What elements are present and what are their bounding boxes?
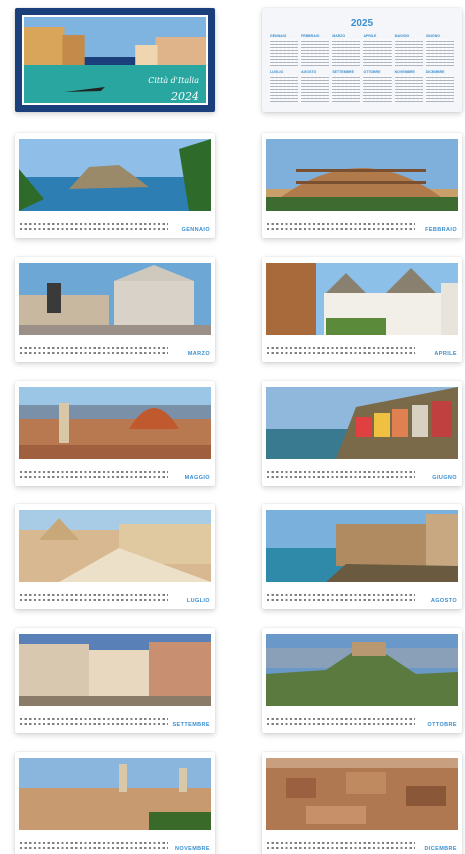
- month-name: AGOSTO: [430, 597, 457, 604]
- calendar-strip: SETTEMBRE: [20, 710, 210, 728]
- day-grid: [267, 593, 415, 604]
- month-photo: [266, 387, 458, 459]
- mini-month: Marzo: [332, 34, 361, 66]
- month-card-novembre[interactable]: NOVEMBRE: [15, 752, 215, 854]
- mini-month-grid: Gennaio Febbraio Marzo Aprile Maggio Giu…: [270, 34, 454, 102]
- calendar-strip: OTTOBRE: [267, 710, 457, 728]
- month-name: LUGLIO: [186, 597, 210, 604]
- calendar-strip: FEBBRAIO: [267, 215, 457, 233]
- month-name: GIUGNO: [432, 474, 457, 481]
- mini-month: Luglio: [270, 70, 299, 102]
- month-name: GENNAIO: [181, 226, 210, 233]
- calendar-strip: AGOSTO: [267, 586, 457, 604]
- month-name: APRILE: [434, 350, 457, 357]
- calendar-strip: DICEMBRE: [267, 834, 457, 852]
- month-photo: [266, 510, 458, 582]
- mini-month: Agosto: [301, 70, 330, 102]
- cover-title: Città d'Italia: [148, 76, 199, 85]
- mini-month: Dicembre: [425, 70, 454, 102]
- month-name: SETTEMBRE: [172, 721, 210, 728]
- month-photo: [19, 263, 211, 335]
- month-card-giugno[interactable]: GIUGNO: [262, 381, 462, 486]
- mini-month: Novembre: [394, 70, 423, 102]
- calendar-strip: MARZO: [20, 339, 210, 357]
- year-overview-title: 2025: [350, 18, 374, 29]
- month-card-marzo[interactable]: MARZO: [15, 257, 215, 362]
- calendar-strip: APRILE: [267, 339, 457, 357]
- month-card-maggio[interactable]: MAGGIO: [15, 381, 215, 486]
- mini-month: Ottobre: [363, 70, 392, 102]
- calendar-strip: GIUGNO: [267, 463, 457, 481]
- cover-card[interactable]: Città d'Italia 2024: [15, 8, 215, 112]
- month-photo: [19, 758, 211, 830]
- mini-month: Aprile: [363, 34, 392, 66]
- year-overview-card[interactable]: 2025 Gennaio Febbraio Marzo Aprile Maggi…: [262, 8, 462, 112]
- day-grid: [20, 346, 168, 357]
- cover-year: 2024: [171, 90, 199, 103]
- calendar-strip: LUGLIO: [20, 586, 210, 604]
- calendar-strip: NOVEMBRE: [20, 834, 210, 852]
- month-photo: [19, 510, 211, 582]
- day-grid: [20, 222, 168, 233]
- day-grid: [267, 717, 415, 728]
- day-grid: [20, 593, 168, 604]
- month-card-gennaio[interactable]: GENNAIO: [15, 133, 215, 238]
- calendar-strip: MAGGIO: [20, 463, 210, 481]
- month-name: DICEMBRE: [424, 845, 457, 852]
- day-grid: [20, 841, 168, 852]
- month-card-dicembre[interactable]: DICEMBRE: [262, 752, 462, 854]
- month-name: FEBBRAIO: [425, 226, 457, 233]
- month-photo: [19, 634, 211, 706]
- mini-month: Settembre: [332, 70, 361, 102]
- month-name: NOVEMBRE: [175, 845, 210, 852]
- day-grid: [267, 841, 415, 852]
- month-name: OTTOBRE: [427, 721, 457, 728]
- month-card-settembre[interactable]: SETTEMBRE: [15, 628, 215, 733]
- month-card-ottobre[interactable]: OTTOBRE: [262, 628, 462, 733]
- month-card-aprile[interactable]: APRILE: [262, 257, 462, 362]
- month-name: MARZO: [187, 350, 210, 357]
- month-photo: [19, 139, 211, 211]
- mini-month: Giugno: [425, 34, 454, 66]
- day-grid: [267, 470, 415, 481]
- day-grid: [20, 470, 168, 481]
- calendar-strip: GENNAIO: [20, 215, 210, 233]
- day-grid: [267, 346, 415, 357]
- mini-month: Gennaio: [270, 34, 299, 66]
- month-photo: [266, 139, 458, 211]
- month-photo: [266, 634, 458, 706]
- month-card-febbraio[interactable]: FEBBRAIO: [262, 133, 462, 238]
- day-grid: [267, 222, 415, 233]
- month-card-agosto[interactable]: AGOSTO: [262, 504, 462, 609]
- month-name: MAGGIO: [184, 474, 210, 481]
- mini-month: Febbraio: [301, 34, 330, 66]
- mini-month: Maggio: [394, 34, 423, 66]
- month-photo: [266, 758, 458, 830]
- month-photo: [19, 387, 211, 459]
- day-grid: [20, 717, 168, 728]
- month-card-luglio[interactable]: LUGLIO: [15, 504, 215, 609]
- month-photo: [266, 263, 458, 335]
